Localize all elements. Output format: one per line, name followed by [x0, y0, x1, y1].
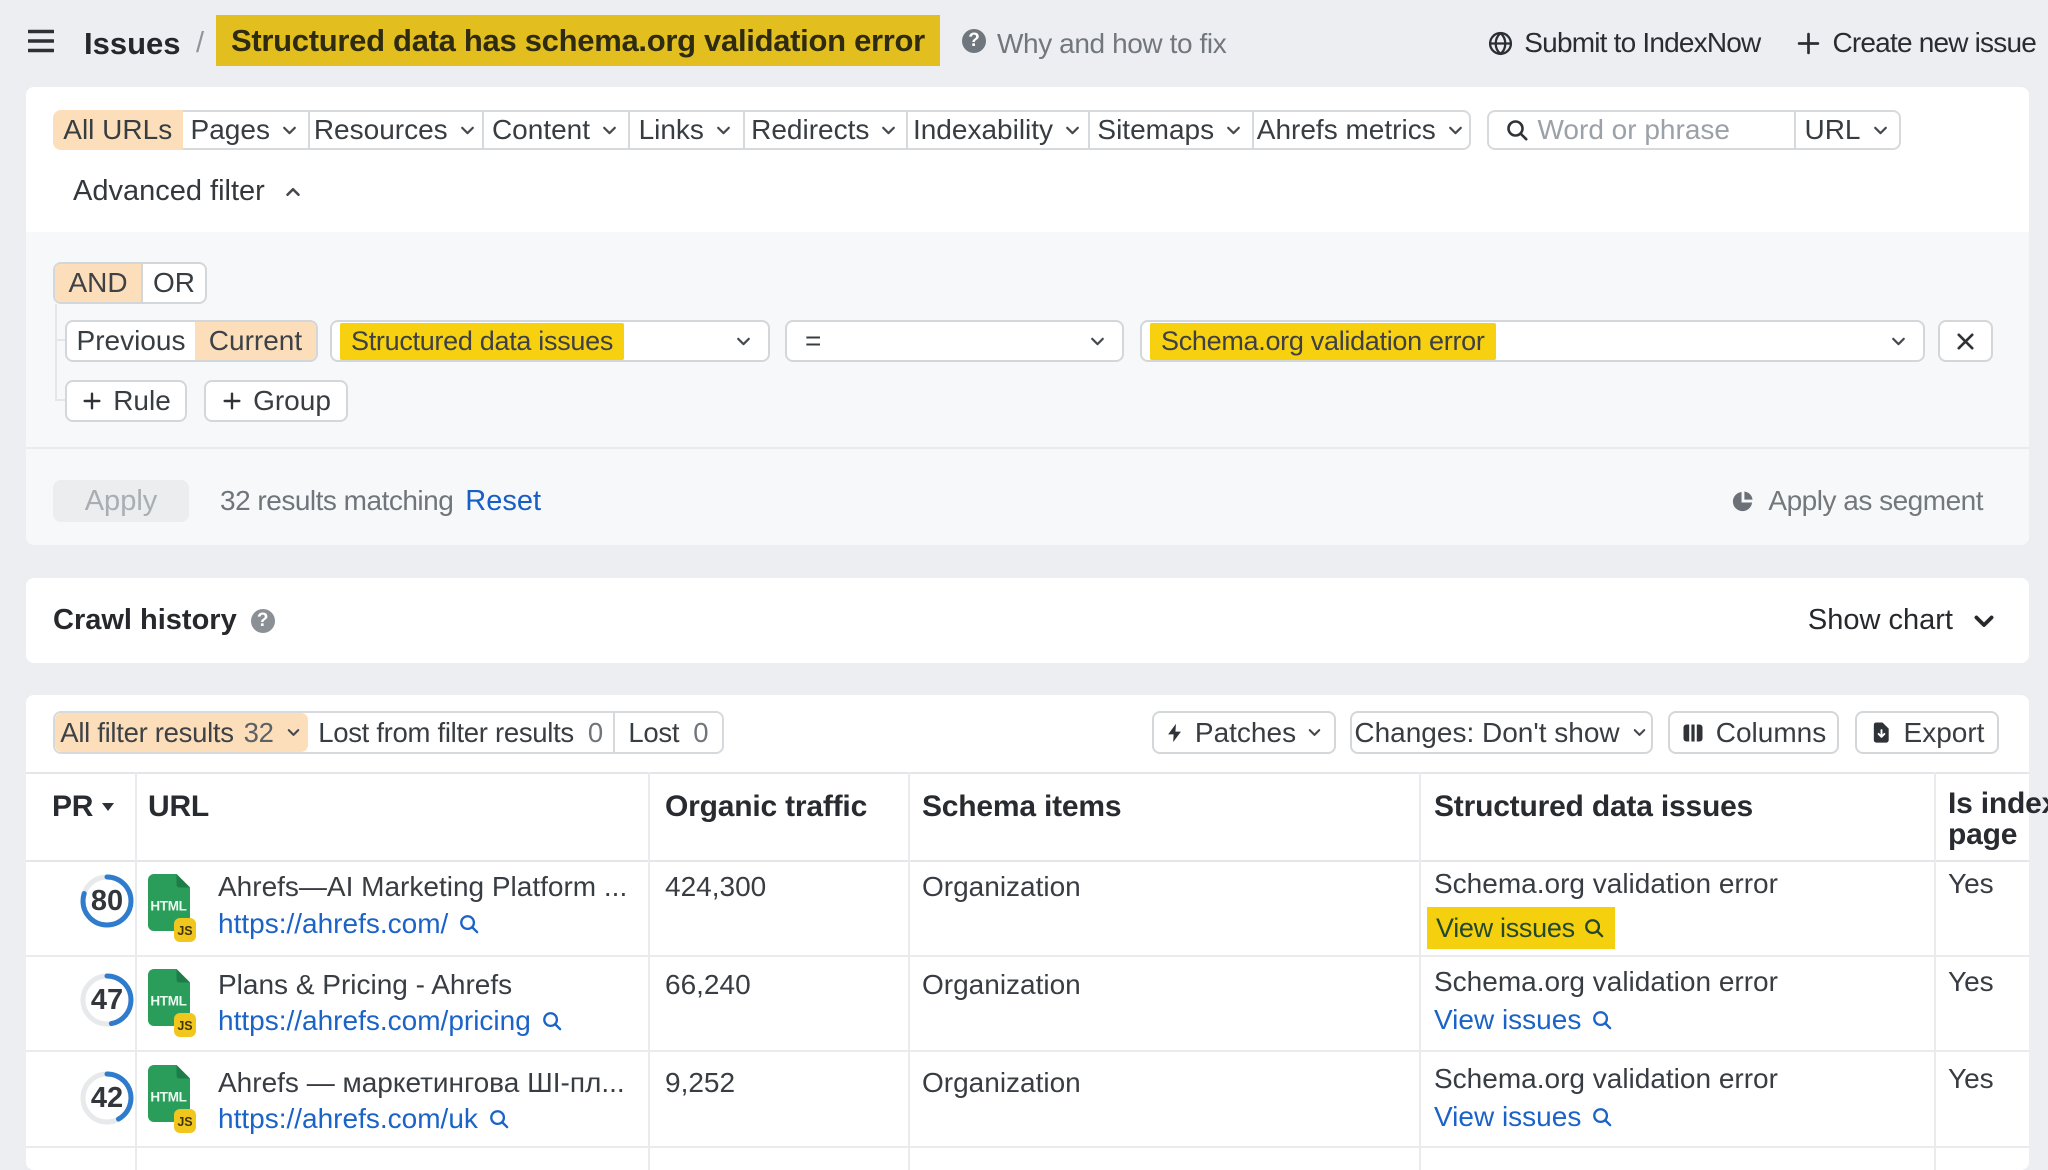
- svg-text:JS: JS: [177, 1019, 192, 1033]
- svg-text:HTML: HTML: [150, 994, 186, 1009]
- svg-text:HTML: HTML: [150, 1090, 186, 1105]
- svg-text:JS: JS: [177, 1115, 192, 1129]
- svg-text:JS: JS: [177, 924, 192, 938]
- svg-text:HTML: HTML: [150, 899, 186, 914]
